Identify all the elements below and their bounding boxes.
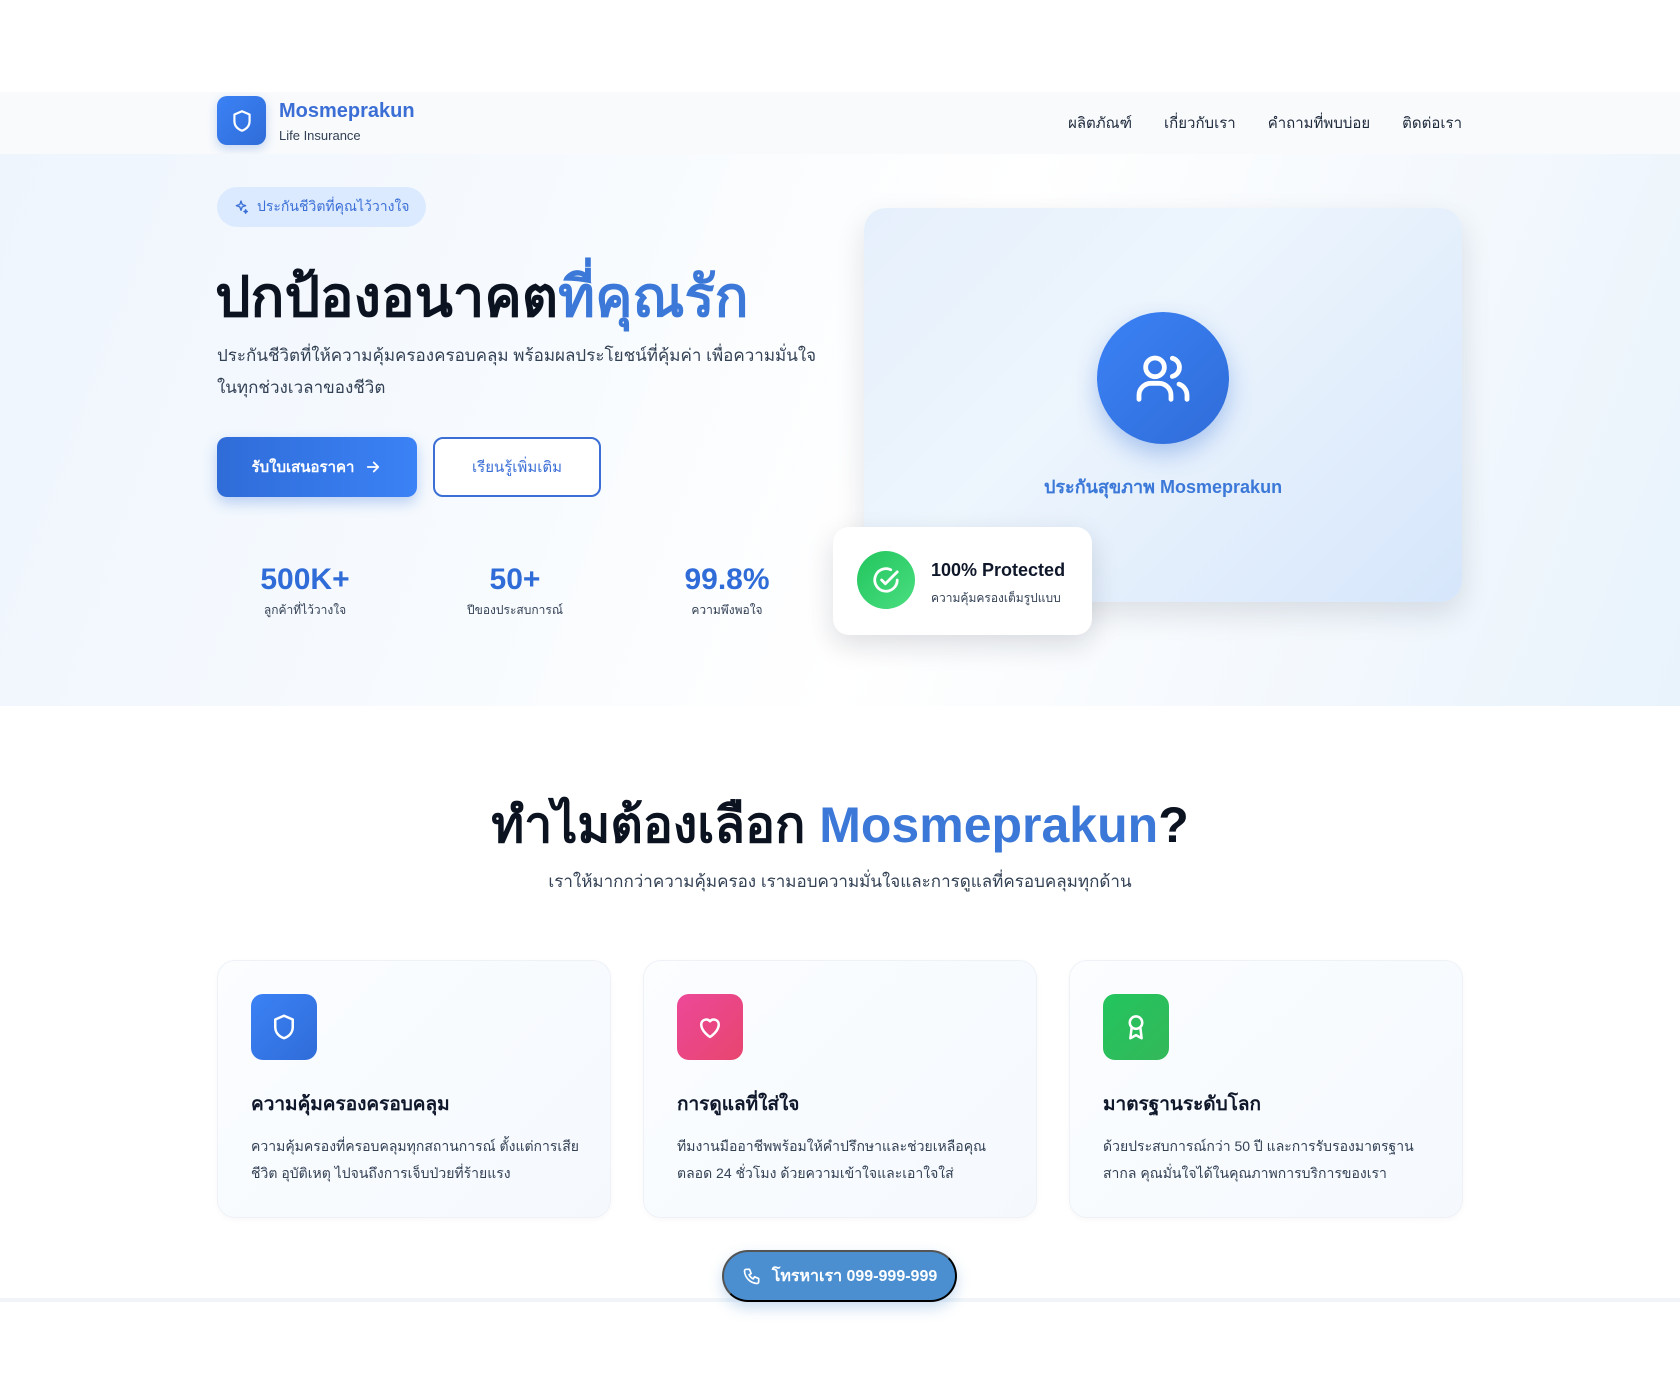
brand-name[interactable]: Mosmeprakun [279,100,415,123]
protected-title: 100% Protected [931,560,1066,580]
feature-icon-box [677,994,743,1060]
protected-badge: 100% Protected ความคุ้มครองเต็มรูปแบบ [833,527,1092,635]
why-title: ทำไมต้องเลือก Mosmeprakun? [0,786,1680,865]
arrow-right-icon [367,461,380,473]
call-us-button[interactable]: โทรหาเรา 099-999-999 [722,1250,957,1302]
stat-label: ความพึงพอใจ [691,603,763,617]
feature-description: ทีมงานมืออาชีพพร้อมให้คำปรึกษาและช่วยเหล… [677,1138,987,1181]
main-nav: ผลิตภัณฑ์ เกี่ยวกับเรา คำถามที่พบบ่อย ติ… [1068,111,1462,135]
nav-item-contact[interactable]: ติดต่อเรา [1402,111,1462,135]
feature-title: ความคุ้มครองครอบคลุม [251,1094,450,1115]
users-icon [1136,355,1190,402]
feature-title: การดูแลที่ใส่ใจ [677,1094,800,1115]
why-title-end: ? [1158,797,1189,853]
sparkle-icon [235,200,249,214]
award-icon [1128,1015,1144,1040]
logo[interactable] [217,96,266,145]
check-icon [873,567,899,593]
protected-subtitle: ความคุ้มครองเต็มรูปแบบ [931,591,1061,605]
why-title-accent: Mosmeprakun [819,797,1159,853]
check-circle [857,551,915,609]
why-title-main: ทำไมต้องเลือก [491,797,820,853]
feature-card-standard: มาตรฐานระดับโลก ด้วยประสบการณ์กว่า 50 ปี… [1069,960,1463,1218]
hero-card-caption: ประกันสุขภาพ Mosmeprakun [1043,477,1283,497]
get-quote-label: รับใบเสนอราคา [251,459,355,476]
nav-item-about[interactable]: เกี่ยวกับเรา [1164,111,1236,135]
stat-value: 500K+ [260,563,350,596]
feature-title: มาตรฐานระดับโลก [1103,1094,1262,1115]
phone-icon [743,1268,760,1285]
hero-title: ปกป้องอนาคตที่คุณรัก [215,252,748,341]
feature-card-care: การดูแลที่ใส่ใจ ทีมงานมืออาชีพพร้อมให้คำ… [643,960,1037,1218]
nav-item-faq[interactable]: คำถามที่พบบ่อย [1268,111,1370,135]
nav-item-products[interactable]: ผลิตภัณฑ์ [1068,111,1132,135]
feature-icon-box [251,994,317,1060]
why-subtitle: เราให้มากกว่าความคุ้มครอง เรามอบความมั่น… [548,872,1132,891]
heart-icon [700,1018,720,1039]
stat-satisfaction: 99.8% ความพึงพอใจ [652,563,802,620]
call-us-label: โทรหาเรา 099-999-999 [771,1267,938,1285]
feature-icon-box [1103,994,1169,1060]
stat-value: 50+ [489,563,541,596]
brand-tagline: Life Insurance [279,128,361,143]
stat-value: 99.8% [684,563,770,596]
hero-badge: ประกันชีวิตที่คุณไว้วางใจ [217,187,426,227]
stat-customers: 500K+ ลูกค้าที่ไว้วางใจ [230,563,380,620]
get-quote-button[interactable]: รับใบเสนอราคา [217,437,417,497]
learn-more-button[interactable]: เรียนรู้เพิ่มเติม [433,437,601,497]
hero-description: ประกันชีวิตที่ให้ความคุ้มครองครอบคลุม พร… [217,346,817,397]
shield-icon [274,1014,294,1040]
stat-label: ปีของประสบการณ์ [467,603,563,617]
hero-title-accent: ที่คุณรัก [558,265,749,328]
shield-icon [232,109,251,132]
hero-badge-label: ประกันชีวิตที่คุณไว้วางใจ [257,198,410,214]
stat-label: ลูกค้าที่ไว้วางใจ [263,603,347,617]
users-avatar [1097,312,1229,444]
feature-description: ด้วยประสบการณ์กว่า 50 ปี และการรับรองมาต… [1103,1138,1414,1181]
feature-description: ความคุ้มครองที่ครอบคลุมทุกสถานการณ์ ตั้ง… [251,1138,579,1181]
feature-card-coverage: ความคุ้มครองครอบคลุม ความคุ้มครองที่ครอบ… [217,960,611,1218]
hero-title-main: ปกป้องอนาคต [215,265,559,328]
stat-experience: 50+ ปีของประสบการณ์ [440,563,590,620]
